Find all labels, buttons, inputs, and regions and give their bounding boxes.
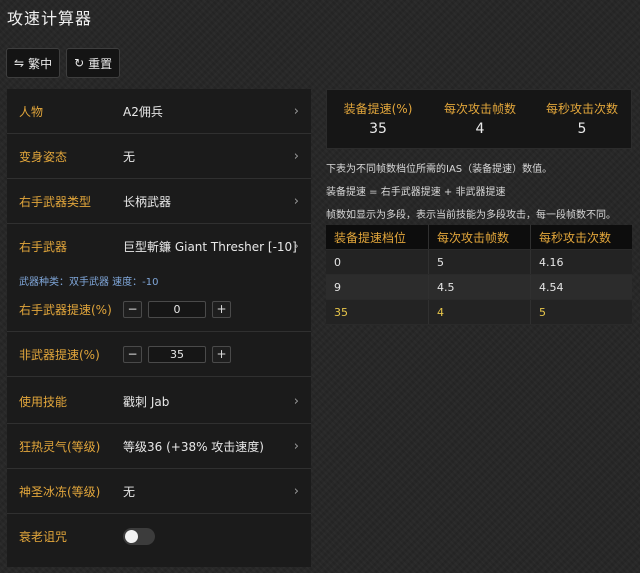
fanaticism-row[interactable]: 狂热灵气(等级) 等级36 (+38% 攻击速度) › [7,424,311,469]
column-header: 每次攻击帧数 [429,225,531,249]
table-cell: 4 [429,300,531,324]
weapon-ias-decrement-button[interactable]: − [123,300,142,318]
table-cell: 5 [429,250,531,274]
decrepify-label: 衰老诅咒 [19,530,68,544]
table-cell: 4.54 [539,280,564,294]
character-label: 人物 [19,104,44,119]
table-cell: 0 [326,250,429,274]
reset-button[interactable]: ↻ 重置 [66,48,121,78]
morph-row[interactable]: 变身姿态 无 › [7,134,311,179]
note-text: 帧数如显示为多段，表示当前技能为多段攻击，每一段帧数不同。 [326,210,616,221]
weapon-type-row[interactable]: 右手武器类型 长柄武器 › [7,179,311,224]
fanaticism-label: 狂热灵气(等级) [19,439,101,454]
stat-value: 5 [577,121,587,137]
weapon-ias-increment-button[interactable]: + [212,300,231,318]
holy-freeze-value: 无 [123,484,136,499]
chevron-right-icon: › [293,148,299,164]
other-ias-input[interactable]: 35 [148,345,206,363]
stat-frames: 每次攻击帧数 4 [429,100,531,137]
chevron-right-icon: › [293,103,299,119]
stat-label: 装备提速(%) [343,102,413,116]
note-text: 装备提速 = 右手武器提速 + 非武器提速 [326,187,506,198]
chevron-right-icon: › [293,193,299,209]
holy-freeze-label: 神圣冰冻(等级) [19,484,101,499]
table-row-current: 35 4 5 [326,300,632,325]
weapon-type-value: 长柄武器 [123,194,172,209]
column-header: 装备提速档位 [326,225,429,249]
morph-label: 变身姿态 [19,149,68,164]
reset-label: 重置 [88,56,113,71]
stat-value: 4 [475,121,485,137]
refresh-icon: ↻ [74,56,85,70]
note-text: 下表为不同帧数档位所需的IAS（装备提速）数值。 [326,164,553,175]
weapon-value: 巨型斬鐮 Giant Thresher [-10] [123,240,297,254]
page-title: 攻速计算器 [7,9,93,28]
weapon-label: 右手武器 [19,240,68,254]
character-value: A2佣兵 [123,104,163,119]
table-cell: 35 [326,300,429,324]
toolbar: ⇋ 繁中 ↻ 重置 [6,48,121,78]
weapon-ias-stepper: − 0 + [123,300,231,318]
chevron-right-icon: › [293,239,299,254]
table-cell: 5 [539,305,546,319]
stat-aps: 每秒攻击次数 5 [531,100,633,137]
skill-value: 戳刺 Jab [123,394,170,409]
other-ias-decrement-button[interactable]: − [123,345,142,363]
other-ias-stepper: − 35 + [123,345,231,363]
decrepify-toggle[interactable] [123,528,155,545]
column-header: 每秒攻击次数 [539,230,612,245]
settings-panel: 人物 A2佣兵 › 变身姿态 无 › 右手武器类型 长柄武器 › 右手武器 巨型… [7,89,311,567]
weapon-row[interactable]: 右手武器 巨型斬鐮 Giant Thresher [-10] › [7,224,311,269]
chevron-right-icon: › [293,483,299,499]
weapon-ias-input[interactable]: 0 [148,300,206,318]
weapon-ias-label: 右手武器提速(%) [19,302,112,317]
weapon-info-text: 武器种类：双手武器 速度：-10 [19,277,159,288]
weapon-ias-row: 右手武器提速(%) − 0 + [7,287,311,332]
language-toggle-button[interactable]: ⇋ 繁中 [6,48,61,78]
other-ias-increment-button[interactable]: + [212,345,231,363]
table-cell: 9 [326,275,429,299]
stat-label: 每秒攻击次数 [545,102,618,116]
table-row: 0 5 4.16 [326,250,632,275]
skill-row[interactable]: 使用技能 戳刺 Jab › [7,379,311,424]
toggle-knob [125,530,138,543]
stat-label: 每次攻击帧数 [443,102,516,116]
table-cell: 4.5 [429,275,531,299]
holy-freeze-row[interactable]: 神圣冰冻(等级) 无 › [7,469,311,514]
morph-value: 无 [123,149,136,164]
swap-icon: ⇋ [14,56,25,70]
table-row: 9 4.5 4.54 [326,275,632,300]
chevron-right-icon: › [293,438,299,454]
stat-ias: 装备提速(%) 35 [327,100,429,137]
character-row[interactable]: 人物 A2佣兵 › [7,89,311,134]
stats-panel: 装备提速(%) 35 每次攻击帧数 4 每秒攻击次数 5 [326,89,632,149]
skill-label: 使用技能 [19,394,68,409]
breakpoint-table: 装备提速档位 每次攻击帧数 每秒攻击次数 0 5 4.16 9 4.5 4.54… [326,225,632,325]
stat-value: 35 [369,121,387,137]
weapon-type-label: 右手武器类型 [19,194,92,209]
other-ias-row: 非武器提速(%) − 35 + [7,332,311,377]
language-toggle-label: 繁中 [28,56,53,71]
fanaticism-value: 等级36 (+38% 攻击速度) [123,439,264,454]
table-header-row: 装备提速档位 每次攻击帧数 每秒攻击次数 [326,225,632,250]
table-cell: 4.16 [539,255,564,269]
chevron-right-icon: › [293,393,299,409]
other-ias-label: 非武器提速(%) [19,347,100,362]
decrepify-row: 衰老诅咒 [7,514,311,559]
